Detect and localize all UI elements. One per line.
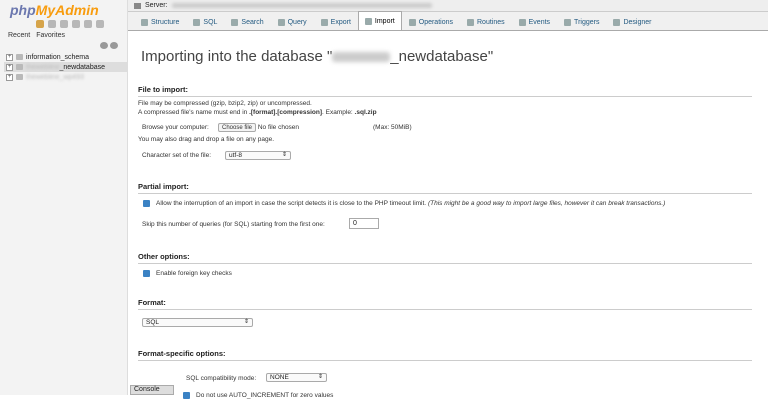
tab-structure[interactable]: Structure: [134, 13, 186, 30]
db-name[interactable]: thewebline_newdatabase: [26, 64, 105, 71]
phpmyadmin-logo[interactable]: phpMyAdmin: [10, 2, 99, 18]
reload-icon[interactable]: [96, 20, 104, 28]
skip-queries-input[interactable]: 0: [349, 218, 379, 229]
skip-queries-label: Skip this number of queries (for SQL) st…: [142, 221, 325, 228]
sql-docs-icon[interactable]: [72, 20, 80, 28]
database-icon: [16, 64, 23, 70]
format-select[interactable]: SQL ⇕: [142, 318, 253, 327]
tab-triggers[interactable]: Triggers: [557, 13, 606, 30]
drag-drop-hint: You may also drag and drop a file on any…: [138, 136, 274, 143]
tab-operations[interactable]: Operations: [402, 13, 460, 30]
database-icon: [16, 74, 23, 80]
sql-icon: [193, 18, 201, 26]
charset-select[interactable]: utf-8 ⇕: [225, 151, 291, 160]
chevron-down-icon: ⇕: [317, 374, 323, 380]
chevron-down-icon: ⇕: [281, 152, 287, 158]
docs-icon[interactable]: [60, 20, 68, 28]
triggers-icon: [564, 18, 572, 26]
sidebar-tabs: Recent Favorites: [8, 32, 65, 39]
tab-sql[interactable]: SQL: [186, 13, 224, 30]
database-icon: [16, 54, 23, 60]
structure-icon: [141, 18, 148, 26]
sql-compat-select[interactable]: NONE ⇕: [266, 373, 327, 382]
main-tabs: Structure SQL Search Query Export Import…: [128, 11, 768, 31]
chevron-down-icon: ⇕: [243, 319, 249, 325]
query-icon: [277, 18, 285, 26]
expand-icon[interactable]: +: [6, 53, 13, 61]
sql-compat-label: SQL compatibility mode:: [186, 375, 257, 382]
tab-import[interactable]: Import: [357, 11, 402, 30]
no-auto-increment-checkbox[interactable]: [183, 392, 190, 399]
logo-myadmin-text: MyAdmin: [35, 2, 99, 18]
file-section-heading: File to import:: [138, 85, 752, 97]
format-specific-heading: Format-specific options:: [138, 349, 752, 361]
tab-routines[interactable]: Routines: [460, 13, 512, 30]
compression-name-info: A compressed file's name must end in .[f…: [138, 109, 377, 116]
db-name-blurred[interactable]: thewebline_wp493: [26, 74, 84, 81]
other-options-heading: Other options:: [138, 252, 752, 264]
tab-recent[interactable]: Recent: [8, 32, 30, 39]
server-icon: [134, 2, 141, 9]
charset-label: Character set of the file:: [142, 152, 212, 159]
expand-icon[interactable]: +: [6, 73, 13, 81]
browse-label: Browse your computer:: [142, 124, 209, 131]
compression-info: File may be compressed (gzip, bzip2, zip…: [138, 100, 312, 107]
choose-file-button[interactable]: Choose file: [218, 123, 257, 132]
max-size: (Max: 50MiB): [373, 124, 412, 131]
import-page: Importing into the database " _newdatabas…: [128, 32, 768, 399]
allow-interrupt-checkbox[interactable]: [143, 200, 150, 207]
database-tree: + information_schema + thewebline_newdat…: [4, 52, 128, 82]
server-label[interactable]: Server:: [145, 2, 168, 9]
tab-query[interactable]: Query: [271, 13, 314, 30]
allow-interrupt-label: Allow the interruption of an import in c…: [156, 200, 666, 207]
format-heading: Format:: [138, 298, 752, 310]
no-file-text: No file chosen: [257, 124, 300, 131]
expand-icon[interactable]: +: [6, 63, 13, 71]
settings-icon[interactable]: [84, 20, 92, 28]
breadcrumb: Server:: [128, 0, 768, 12]
wrench-icon: [408, 18, 416, 26]
db-name[interactable]: information_schema: [26, 54, 89, 61]
blurred-prefix: thewebline: [26, 63, 60, 71]
logout-icon[interactable]: [48, 20, 56, 28]
logo-php-text: php: [10, 2, 36, 18]
tab-favorites[interactable]: Favorites: [36, 32, 65, 39]
collapse-all-button[interactable]: [100, 42, 118, 49]
import-icon: [364, 17, 372, 25]
blurred-db-prefix: [332, 52, 391, 63]
tab-events[interactable]: Events: [512, 13, 557, 30]
db-tree-item-active[interactable]: + thewebline_newdatabase: [4, 62, 128, 72]
sidebar-icon-bar: [36, 20, 104, 28]
clock-icon: [518, 18, 526, 26]
tab-search[interactable]: Search: [224, 13, 270, 30]
link-icon: [110, 42, 118, 49]
blurred-server-path: [171, 3, 432, 8]
tab-designer[interactable]: Designer: [606, 13, 658, 30]
tab-export[interactable]: Export: [314, 13, 358, 30]
partial-import-heading: Partial import:: [138, 182, 752, 194]
collapse-icon: [100, 42, 108, 49]
foreign-key-checkbox[interactable]: [143, 270, 150, 277]
search-icon: [231, 18, 239, 26]
console-toggle[interactable]: Console: [130, 385, 174, 395]
routines-icon: [467, 18, 474, 26]
db-tree-item[interactable]: + information_schema: [4, 52, 128, 62]
no-auto-increment-label: Do not use AUTO_INCREMENT for zero value…: [196, 392, 334, 399]
home-icon[interactable]: [36, 20, 44, 28]
foreign-key-label: Enable foreign key checks: [156, 270, 232, 277]
file-input[interactable]: Choose file No file chosen: [218, 123, 299, 132]
designer-icon: [613, 18, 621, 26]
page-title: Importing into the database " _newdatabas…: [141, 48, 494, 65]
export-icon: [320, 18, 328, 26]
navigation-sidebar: phpMyAdmin Recent Favorites + informatio…: [0, 0, 128, 395]
db-tree-item[interactable]: + thewebline_wp493: [4, 72, 128, 82]
